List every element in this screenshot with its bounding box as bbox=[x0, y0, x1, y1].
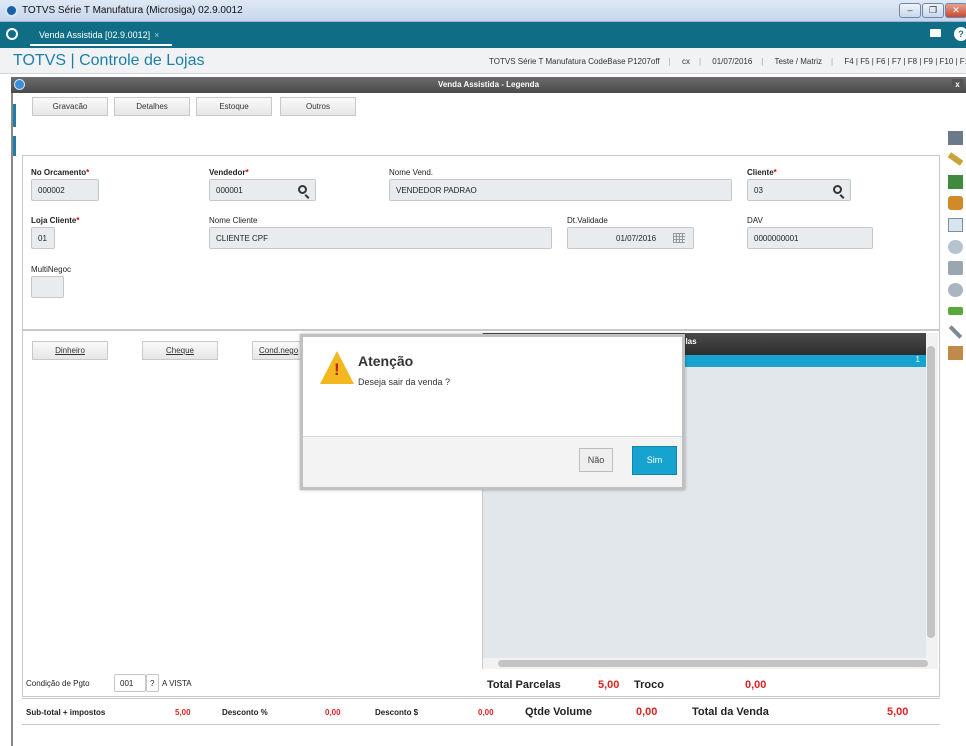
tab-label: Venda Assistida [02.9.0012] bbox=[39, 30, 151, 40]
vertical-scroll-thumb[interactable] bbox=[927, 346, 935, 638]
yes-button[interactable]: Sim bbox=[632, 446, 677, 475]
tab-bar: Venda Assistida [02.9.0012] × ? bbox=[0, 22, 966, 48]
left-divider bbox=[11, 93, 13, 746]
tab-close-icon[interactable]: × bbox=[154, 30, 159, 40]
confirm-message: Deseja sair da venda ? bbox=[358, 377, 451, 387]
environment-label: TOTVS Série T Manufatura CodeBase P1207o… bbox=[489, 57, 660, 66]
warning-exclamation: ! bbox=[334, 360, 340, 379]
detalhes-button[interactable]: Detalhes bbox=[114, 97, 190, 116]
tab-venda-assistida[interactable]: Venda Assistida [02.9.0012] × bbox=[30, 24, 172, 46]
cond-negociada-button[interactable]: Cond.nego bbox=[252, 341, 304, 360]
wrench-icon[interactable] bbox=[948, 325, 963, 339]
document-icon[interactable] bbox=[948, 218, 963, 232]
dinheiro-button[interactable]: Dinheiro bbox=[32, 341, 108, 360]
settings-icon[interactable] bbox=[948, 283, 963, 297]
close-window-button[interactable]: ✕ bbox=[945, 3, 966, 18]
search-icon[interactable] bbox=[298, 185, 307, 194]
subtotal-value: 5,00 bbox=[175, 708, 191, 717]
outros-button[interactable]: Outros bbox=[280, 97, 356, 116]
restore-button[interactable]: ❐ bbox=[922, 3, 944, 18]
package-icon[interactable] bbox=[948, 196, 963, 210]
no-orcamento-field[interactable]: 000002 bbox=[31, 179, 99, 201]
horizontal-scroll-thumb[interactable] bbox=[498, 660, 928, 667]
qtde-volume-value: 0,00 bbox=[636, 706, 658, 718]
gravacao-button[interactable]: Gravacão bbox=[32, 97, 108, 116]
help-icon[interactable]: ? bbox=[954, 27, 966, 41]
qtde-volume-label: Qtde Volume bbox=[525, 706, 593, 718]
nome-cliente-field[interactable]: CLIENTE CPF bbox=[209, 227, 552, 249]
condicao-lookup-button[interactable]: ? bbox=[146, 674, 159, 692]
tools-icon[interactable] bbox=[948, 240, 963, 254]
estoque-button[interactable]: Estoque bbox=[196, 97, 272, 116]
date-label: 01/07/2016 bbox=[712, 57, 753, 66]
dialog-icon bbox=[14, 79, 25, 90]
calendar-icon[interactable] bbox=[673, 233, 685, 243]
confirm-title: Atenção bbox=[358, 353, 414, 369]
troco-value: 0,00 bbox=[745, 679, 767, 691]
dt-validade-label: Dt.Validade bbox=[567, 216, 608, 225]
nome-vend-label: Nome Vend. bbox=[389, 168, 434, 177]
desconto-val-value: 0,00 bbox=[478, 708, 494, 717]
bottom-divider bbox=[22, 724, 940, 725]
shortcuts-label[interactable]: F4 | F5 | F6 | F7 | F8 | F9 | F10 | F11 … bbox=[844, 57, 966, 66]
confirm-dialog-body: ! Atenção Deseja sair da venda ? bbox=[303, 337, 682, 437]
vendedor-label: Vendedor* bbox=[209, 168, 249, 177]
multinegoc-label: MultiNegoc bbox=[31, 265, 72, 274]
left-marker bbox=[13, 136, 16, 156]
save-icon[interactable] bbox=[948, 131, 963, 145]
app-icon bbox=[5, 4, 18, 17]
dialog-title: Venda Assistida - Legenda bbox=[437, 80, 540, 89]
desconto-val-label: Desconto $ bbox=[375, 708, 419, 717]
app-header: TOTVS | Controle de Lojas TOTVS Série T … bbox=[0, 48, 966, 74]
dav-field[interactable]: 0000000001 bbox=[747, 227, 873, 249]
confirm-dialog: ! Atenção Deseja sair da venda ? Não Sim bbox=[300, 334, 685, 490]
loja-cliente-field[interactable]: 01 bbox=[31, 227, 55, 249]
book-icon[interactable] bbox=[948, 346, 963, 360]
no-orcamento-label: No Orcamento* bbox=[31, 168, 90, 177]
export-icon[interactable] bbox=[948, 175, 963, 189]
user-label: cx bbox=[681, 57, 690, 66]
cliente-field[interactable]: 03 bbox=[747, 179, 851, 201]
condicao-desc: A VISTA bbox=[162, 679, 192, 688]
dialog-close-button[interactable]: x bbox=[952, 79, 963, 90]
header-info: TOTVS Série T Manufatura CodeBase P1207o… bbox=[489, 57, 966, 66]
edit-icon[interactable] bbox=[947, 152, 964, 166]
vendedor-field[interactable]: 000001 bbox=[209, 179, 316, 201]
search-icon[interactable] bbox=[833, 185, 842, 194]
total-parcelas-label: Total Parcelas bbox=[487, 679, 561, 691]
left-marker bbox=[13, 104, 16, 127]
multinegoc-field[interactable] bbox=[31, 276, 64, 298]
window-titlebar: TOTVS Série T Manufatura (Microsiga) 02.… bbox=[0, 0, 966, 22]
dt-validade-field[interactable]: 01/07/2016 bbox=[567, 227, 694, 249]
no-button[interactable]: Não bbox=[579, 448, 613, 472]
window-title: TOTVS Série T Manufatura (Microsiga) 02.… bbox=[22, 5, 243, 16]
condicao-code-field[interactable]: 001 bbox=[114, 674, 146, 692]
totvs-logo-icon bbox=[6, 28, 18, 40]
nome-vend-field[interactable]: VENDEDOR PADRAO bbox=[389, 179, 732, 201]
company-label: Teste / Matriz bbox=[774, 57, 823, 66]
dialog-titlebar: Venda Assistida - Legenda x bbox=[11, 77, 966, 93]
subtotal-label: Sub-total + impostos bbox=[26, 708, 106, 717]
money-icon[interactable] bbox=[948, 307, 963, 315]
cliente-label: Cliente* bbox=[747, 168, 777, 177]
loja-cliente-label: Loja Cliente* bbox=[31, 216, 80, 225]
calculator-icon[interactable] bbox=[948, 261, 963, 275]
condicao-label: Condição de Pgto bbox=[26, 679, 90, 688]
nome-cliente-label: Nome Cliente bbox=[209, 216, 258, 225]
cheque-button[interactable]: Cheque bbox=[142, 341, 218, 360]
totals-divider bbox=[22, 698, 940, 699]
total-venda-value: 5,00 bbox=[887, 706, 909, 718]
troco-label: Troco bbox=[634, 679, 664, 691]
dav-label: DAV bbox=[747, 216, 763, 225]
desconto-pct-label: Desconto % bbox=[222, 708, 268, 717]
desconto-pct-value: 0,00 bbox=[325, 708, 341, 717]
minimize-button[interactable]: – bbox=[899, 3, 921, 18]
total-parcelas-value: 5,00 bbox=[598, 679, 620, 691]
mail-icon[interactable] bbox=[930, 29, 941, 37]
total-venda-label: Total da Venda bbox=[692, 706, 769, 718]
brand-title: TOTVS | Controle de Lojas bbox=[13, 52, 205, 69]
